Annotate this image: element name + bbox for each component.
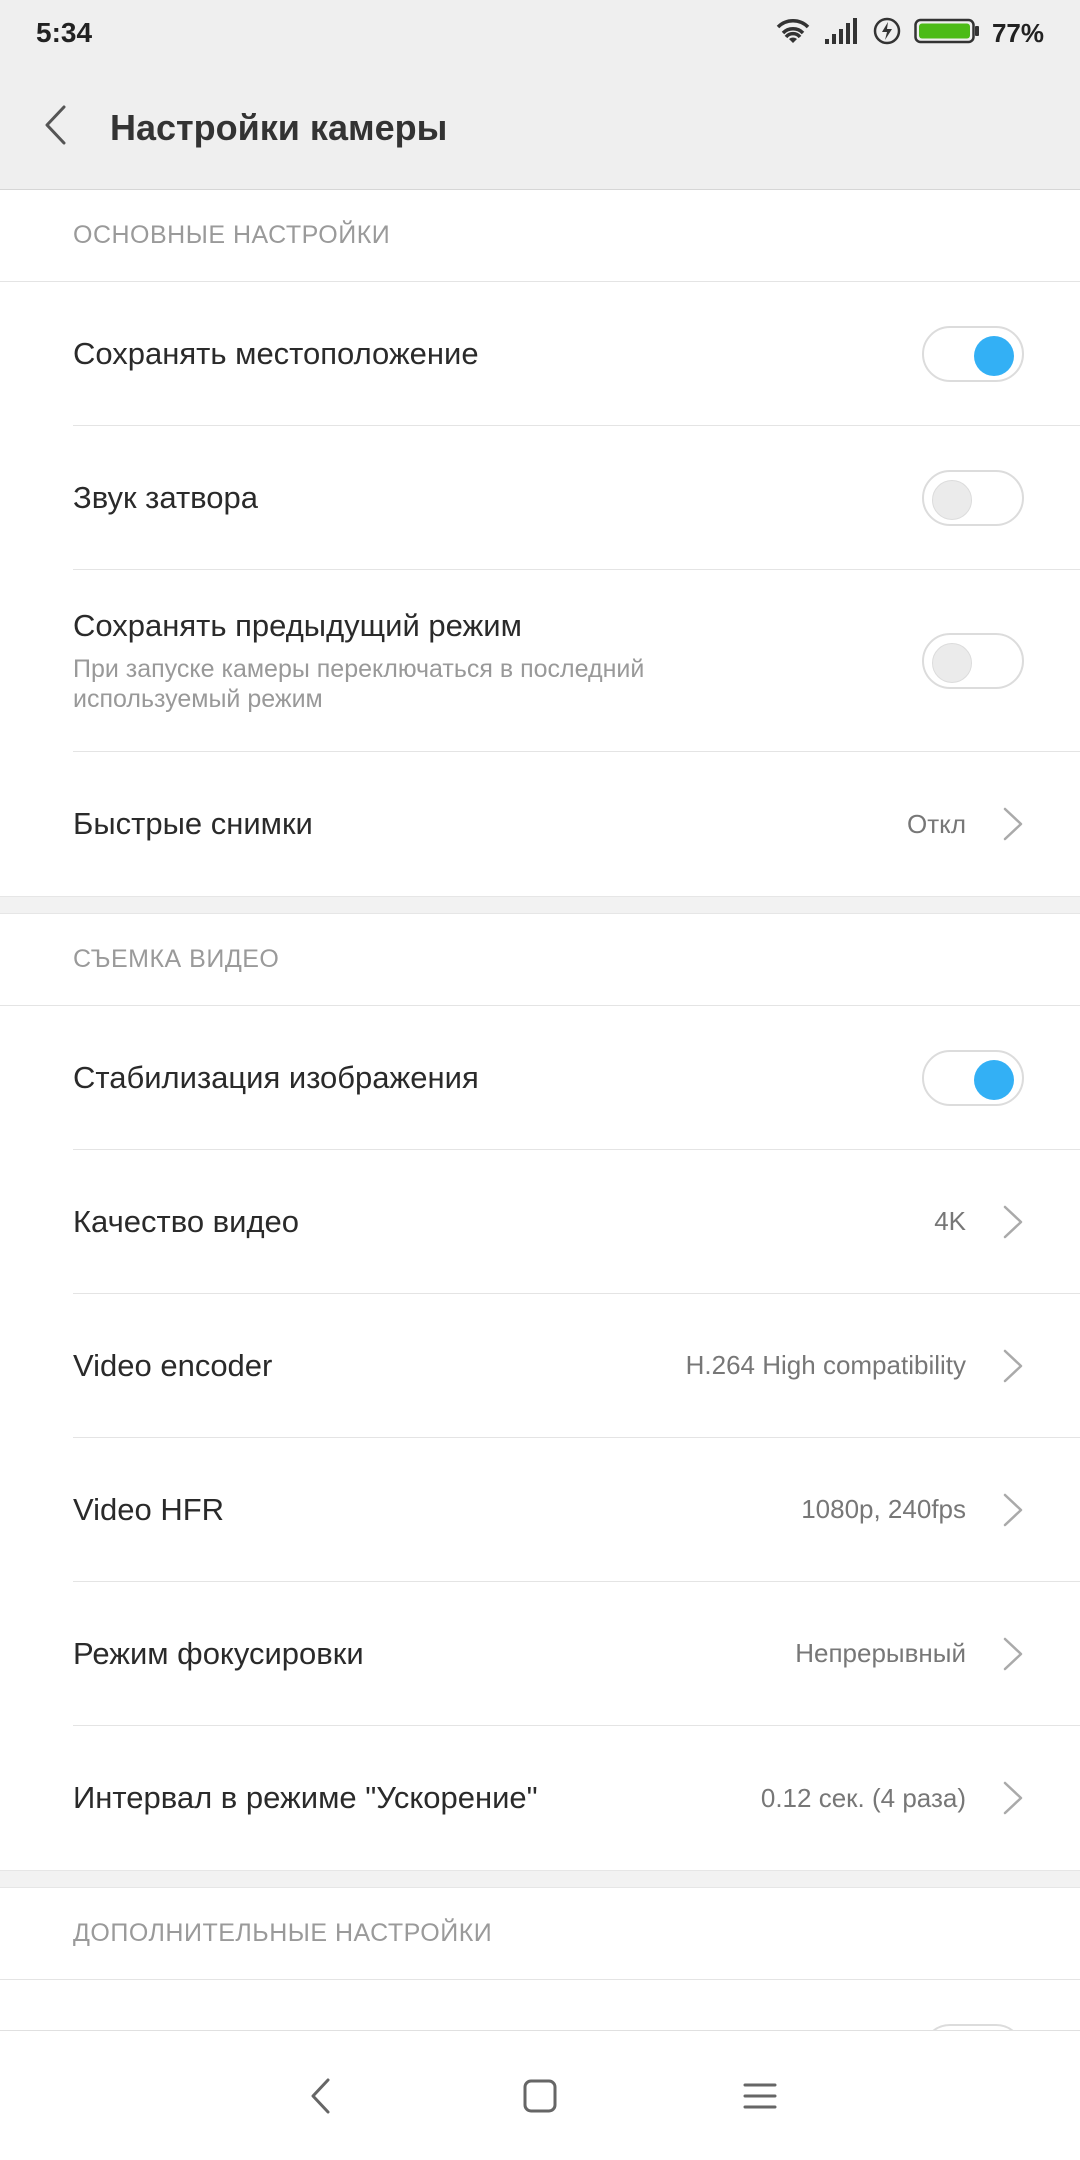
chevron-right-icon [1003,1637,1023,1670]
setting-label: Интервал в режиме "Ускорение" [73,1780,538,1815]
setting-value: 1080p, 240fps [801,1494,966,1524]
section-divider [0,1870,1080,1888]
setting-label: Быстрые снимки [73,806,313,841]
setting-value: Непрерывный [795,1638,966,1668]
section-basic: ОСНОВНЫЕ НАСТРОЙКИ Сохранять местоположе… [0,190,1080,896]
navigation-bar [0,2030,1080,2160]
setting-value: Откл [907,808,966,839]
setting-label: Режим фокусировки [73,1635,364,1671]
setting-value-group: Непрерывный [795,1636,1024,1672]
setting-label: Стабилизация изображения [73,1059,479,1095]
chevron-right-icon [1003,1493,1023,1526]
section-divider [0,896,1080,914]
chevron-left-icon [43,104,67,151]
battery-icon [914,17,980,50]
setting-value: H.264 High compatibility [685,1350,966,1380]
status-icons: 77% [774,16,1044,51]
nav-menu-button[interactable] [730,2066,790,2126]
setting-value: 4K [934,1206,966,1236]
setting-description: При запуске камеры переключаться в после… [73,654,645,713]
chevron-right-icon [1003,1781,1023,1815]
nav-home-icon [523,2079,557,2112]
battery-percent: 77% [991,17,1044,48]
save-location-toggle[interactable] [922,325,1024,382]
setting-save-previous-mode[interactable]: Сохранять предыдущий режим При запуске к… [73,570,1080,752]
page-title: Настройки камеры [110,106,448,148]
setting-value-group: Откл [907,806,1024,842]
signal-icon [824,17,860,50]
section-header: ОСНОВНЫЕ НАСТРОЙКИ [0,190,1080,282]
section-header: СЪЕМКА ВИДЕО [0,914,1080,1006]
toggle-knob [974,335,1014,376]
shutter-sound-toggle[interactable] [922,469,1024,526]
chevron-right-icon [1003,1205,1023,1238]
setting-video-encoder[interactable]: Video encoder H.264 High compatibility [73,1294,1080,1438]
nav-back-icon [311,2078,330,2113]
status-time: 5:34 [36,17,93,48]
setting-video-hfr[interactable]: Video HFR 1080p, 240fps [73,1438,1080,1582]
status-bar: 5:34 77% [0,0,1080,66]
setting-text: Сохранять предыдущий режим При запуске к… [73,608,713,714]
charging-icon [872,16,902,51]
setting-timelapse-interval[interactable]: Интервал в режиме "Ускорение" 0.12 сек. … [73,1726,1080,1870]
setting-value: 0.12 сек. (4 раза) [760,1782,966,1813]
setting-value-group: 4K [934,1204,1024,1240]
stabilization-toggle[interactable] [922,1049,1024,1106]
chevron-right-icon [1003,1349,1023,1382]
nav-menu-icon [743,2083,777,2108]
save-previous-mode-toggle[interactable] [922,632,1024,689]
nav-back-button[interactable] [290,2066,350,2126]
setting-value-group: 1080p, 240fps [801,1492,1024,1528]
setting-label: Сохранять предыдущий режим [73,607,522,643]
settings-list[interactable]: ОСНОВНЫЕ НАСТРОЙКИ Сохранять местоположе… [0,190,1080,2030]
section-header: ДОПОЛНИТЕЛЬНЫЕ НАСТРОЙКИ [0,1888,1080,1980]
setting-value-group: H.264 High compatibility [686,1348,1024,1384]
nav-home-button[interactable] [510,2066,570,2126]
setting-label: Сохранять местоположение [73,335,479,371]
toggle-knob [932,642,972,683]
section-video: СЪЕМКА ВИДЕО Стабилизация изображения Ка… [0,914,1080,1870]
setting-stabilization[interactable]: Стабилизация изображения [73,1006,1080,1150]
toggle-knob [932,479,972,520]
setting-label: Video encoder [73,1347,273,1383]
setting-shutter-sound[interactable]: Звук затвора [73,426,1080,570]
app-bar: Настройки камеры [0,66,1080,190]
wifi-icon [774,16,812,51]
setting-label: Звук затвора [73,479,259,515]
setting-label: Качество видео [73,1203,300,1239]
section-extra: ДОПОЛНИТЕЛЬНЫЕ НАСТРОЙКИ [0,1888,1080,2030]
setting-save-location[interactable]: Сохранять местоположение [73,282,1080,426]
setting-quick-shots[interactable]: Быстрые снимки Откл [73,752,1080,896]
toggle-knob [974,1059,1014,1100]
setting-video-quality[interactable]: Качество видео 4K [73,1150,1080,1294]
setting-extra-partial[interactable] [73,1980,1080,2030]
back-button[interactable] [0,66,110,190]
setting-label: Video HFR [73,1491,225,1527]
setting-focus-mode[interactable]: Режим фокусировки Непрерывный [73,1582,1080,1726]
setting-value-group: 0.12 сек. (4 раза) [761,1780,1024,1816]
chevron-right-icon [1003,807,1023,841]
